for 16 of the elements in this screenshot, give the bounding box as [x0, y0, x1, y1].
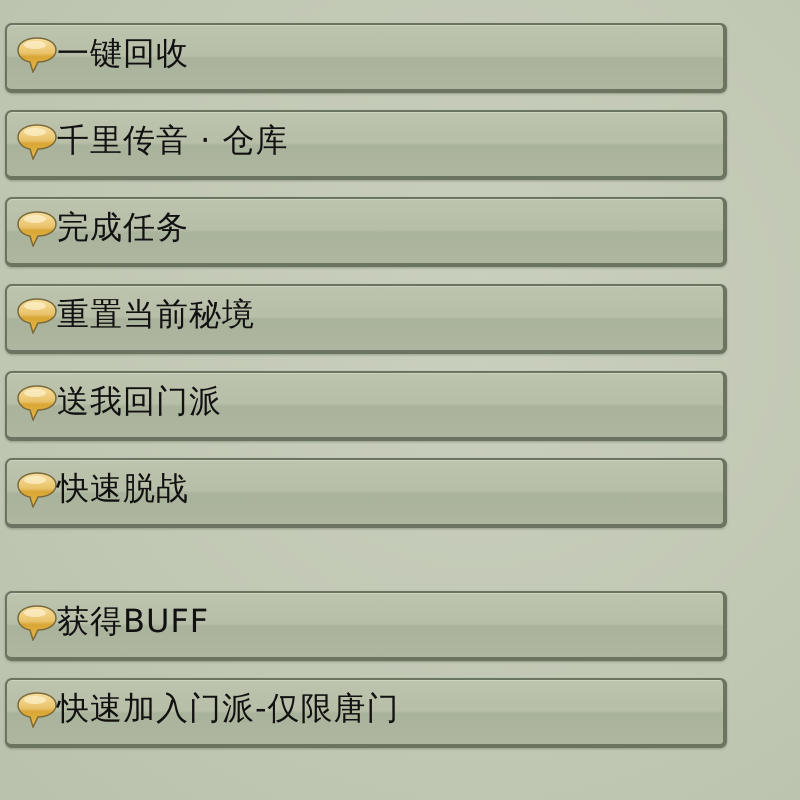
- speech-bubble-icon: [17, 605, 57, 641]
- menu-option-button[interactable]: 获得BUFF: [5, 591, 727, 661]
- menu-option-button[interactable]: 送我回门派: [5, 371, 727, 441]
- speech-bubble-icon: [17, 692, 57, 728]
- speech-bubble-icon: [17, 298, 57, 334]
- menu-option-button[interactable]: 完成任务: [5, 197, 727, 267]
- speech-bubble-icon: [17, 472, 57, 508]
- menu-option-button[interactable]: 重置当前秘境: [5, 284, 727, 354]
- menu-option-button[interactable]: 千里传音 · 仓库: [5, 110, 727, 180]
- speech-bubble-icon: [17, 211, 57, 247]
- speech-bubble-icon: [17, 124, 57, 160]
- speech-bubble-icon: [17, 37, 57, 73]
- menu-option-button[interactable]: 快速加入门派-仅限唐门: [5, 678, 727, 748]
- speech-bubble-icon: [17, 385, 57, 421]
- menu-option-button[interactable]: 一键回收: [5, 23, 727, 93]
- menu-option-button[interactable]: 快速脱战: [5, 458, 727, 528]
